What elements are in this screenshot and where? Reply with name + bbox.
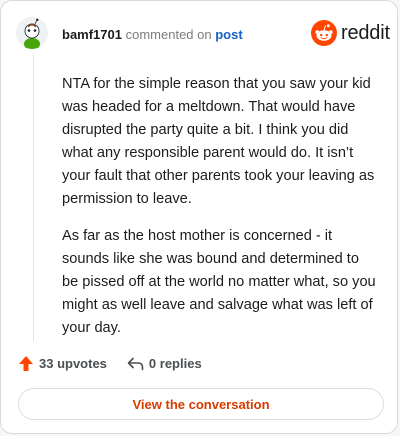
snoo-avatar-icon — [16, 17, 48, 49]
username-link[interactable]: bamf1701 — [62, 27, 122, 42]
comment-body: NTA for the simple reason that you saw y… — [62, 73, 378, 354]
reply-arrow-icon — [127, 357, 144, 370]
thread-line — [33, 55, 34, 341]
comment-byline: bamf1701 commented on post — [62, 27, 243, 42]
upvote-arrow-icon — [19, 356, 33, 371]
upvote-count: 33 upvotes — [39, 356, 107, 371]
comment-paragraph: As far as the host mother is concerned -… — [62, 228, 376, 336]
view-conversation-button[interactable]: View the conversation — [18, 388, 384, 420]
upvote-button[interactable]: 33 upvotes — [18, 355, 107, 372]
view-conversation-label: View the conversation — [132, 396, 270, 412]
user-avatar[interactable] — [16, 17, 48, 49]
commented-on-label: commented on — [125, 27, 212, 42]
embedded-comment-card: bamf1701 commented on post reddit NTA fo… — [0, 0, 398, 434]
reddit-alien-icon — [311, 20, 337, 46]
replies-button[interactable]: 0 replies — [127, 356, 202, 371]
comment-actions: 33 upvotes 0 replies — [18, 355, 202, 372]
reddit-logo[interactable]: reddit — [311, 20, 390, 46]
reddit-wordmark: reddit — [341, 21, 390, 44]
comment-paragraph: NTA for the simple reason that you saw y… — [62, 76, 375, 207]
post-link[interactable]: post — [215, 27, 242, 42]
reply-count: 0 replies — [148, 356, 202, 371]
